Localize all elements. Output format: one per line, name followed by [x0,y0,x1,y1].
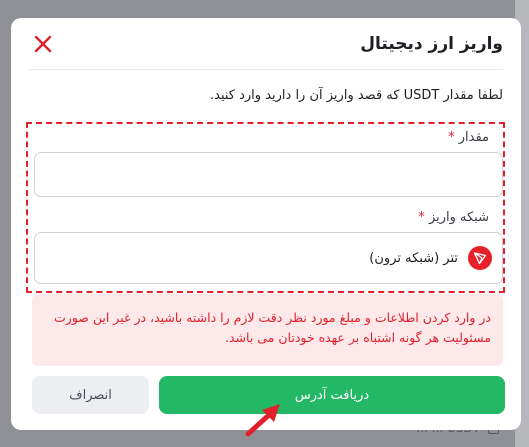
amount-label-text: مقدار [458,130,489,145]
tron-icon [468,246,492,270]
pointer-arrow-icon [245,404,280,437]
deposit-instruction: لطفا مقدار USDT که قصد واریز آن را دارید… [209,88,503,103]
deposit-crypto-modal: واریز ارز دیجیتال لطفا مقدار USDT که قصد… [11,18,521,430]
amount-input[interactable] [34,152,503,197]
close-icon [34,35,52,52]
warning-line-1: در وارد کردن اطلاعات و مبلغ مورد نظر دقت… [54,310,491,325]
amount-label: مقدار * [448,130,489,145]
modal-header: واریز ارز دیجیتال [29,18,503,70]
warning-line-2: مسئولیت هر گونه اشتباه بر عهده خودتان می… [225,330,491,345]
network-selected-value: تتر (شبکه ترون) [369,250,458,266]
modal-title: واریز ارز دیجیتال [360,33,503,54]
network-label: شبکه واریز * [418,210,489,225]
network-select[interactable]: تتر (شبکه ترون) [34,232,503,284]
get-address-button[interactable]: دریافت آدرس [159,376,505,414]
warning-alert: در وارد کردن اطلاعات و مبلغ مورد نظر دقت… [32,294,503,366]
network-required-mark: * [418,210,425,225]
amount-required-mark: * [448,130,455,145]
cancel-button[interactable]: انصراف [32,376,149,414]
deposit-form-highlight: مقدار * شبکه واریز * تتر (شبکه ترون) [26,122,505,293]
network-label-text: شبکه واریز [428,210,489,225]
close-button[interactable] [29,30,57,58]
